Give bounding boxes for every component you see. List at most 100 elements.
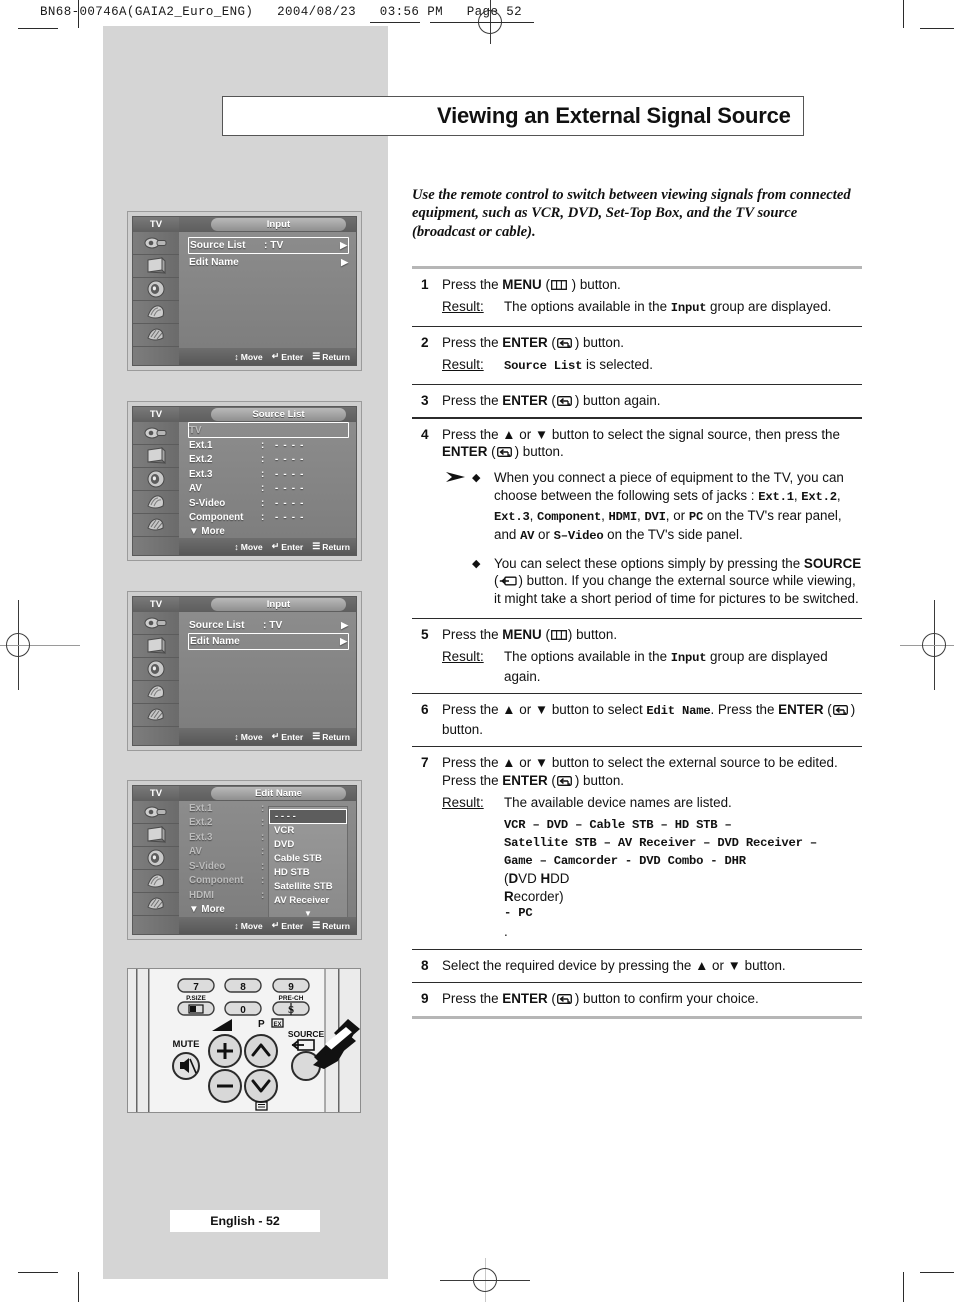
osd-footer-hints: ↕ Move ↵ Enter ☰ Return: [179, 538, 356, 555]
input-icon[interactable]: [133, 514, 179, 537]
plug-icon[interactable]: [133, 422, 179, 445]
osd-sidebar: [133, 801, 179, 934]
emphasis-text: MENU: [502, 626, 542, 642]
osd-footer-hints: ↕ Move ↵ Enter ☰ Return: [179, 348, 356, 365]
osd-menu-item[interactable]: Ext.2: - - - -: [189, 453, 348, 468]
osd-item-label: Ext.3: [189, 831, 213, 843]
svg-text:P.SIZE: P.SIZE: [186, 995, 206, 1002]
setup-icon[interactable]: [133, 681, 179, 704]
code-text: Source List: [504, 359, 583, 374]
input-icon[interactable]: [133, 893, 179, 916]
plug-icon[interactable]: [133, 801, 179, 824]
osd-menu-item[interactable]: Ext.3: - - - -: [189, 467, 348, 482]
osd-footer-hints: ↕ Move ↵ Enter ☰ Return: [179, 917, 356, 934]
menu-key-icon: ☰: [312, 731, 321, 741]
code-text: Edit Name: [646, 704, 711, 719]
step-text: , or: [665, 507, 689, 523]
setup-icon[interactable]: [133, 491, 179, 514]
step-number: 5: [421, 626, 429, 642]
enter-icon: [556, 338, 572, 348]
step-number: 1: [421, 277, 429, 292]
osd-hint-label: Enter: [281, 920, 304, 931]
step-text: ) button.: [514, 444, 564, 459]
osd-menu-item[interactable]: Edit Name ▶: [189, 254, 348, 270]
osd-item-value: - - - -: [275, 483, 305, 495]
osd-menu-item[interactable]: Ext.1: - - - -: [189, 438, 348, 453]
updown-arrow-icon: ↕: [234, 541, 239, 552]
osd-menu-item[interactable]: Component: - - - -: [189, 511, 348, 526]
result-label: Result:: [442, 794, 484, 810]
osd-tv-label: TV: [133, 597, 179, 612]
osd-item-value: : TV: [263, 619, 283, 631]
plug-icon[interactable]: [133, 232, 179, 255]
popup-item[interactable]: Satellite STB: [269, 880, 347, 894]
osd-hint-label: Move: [240, 920, 263, 931]
step-instruction: Press the ENTER () button again.: [442, 392, 862, 409]
picture-tube-icon[interactable]: [133, 445, 179, 468]
picture-tube-icon[interactable]: [133, 635, 179, 658]
step-row: 9 Press the ENTER () button to confirm yo…: [412, 983, 862, 1015]
step-text: The options available in the: [504, 649, 671, 665]
input-icon[interactable]: [133, 324, 179, 347]
enter-icon: [832, 705, 848, 716]
page-title: Viewing an External Signal Source: [437, 103, 791, 128]
osd-item-value: - - - -: [275, 512, 305, 524]
osd-menu-item[interactable]: AV: - - - -: [189, 482, 348, 497]
osd-menu-item[interactable]: Edit Name ▶: [188, 633, 349, 650]
chevron-right-icon: ▶: [341, 256, 348, 267]
popup-item[interactable]: AV Receiver: [269, 894, 347, 908]
osd-menu-item[interactable]: TV: [188, 422, 349, 438]
print-header-underline-time: [370, 22, 420, 23]
popup-item[interactable]: VCR: [269, 824, 347, 838]
print-header-page: Page 52: [466, 5, 523, 19]
step-row: 5 Press the MENU () button. Result: The opt…: [412, 619, 862, 693]
device-name-list: VCR – DVD – Cable STB – HD STB – Satellit…: [504, 817, 862, 940]
device-list-line: Recorder) - PC.: [504, 888, 862, 941]
result-text: The options available in the Input group…: [504, 298, 862, 317]
steps-bottom-rule: [412, 1015, 862, 1019]
step-text: ) button again.: [574, 393, 661, 408]
popup-item[interactable]: HD STB: [269, 866, 347, 880]
step-text: . Press the: [710, 702, 779, 718]
input-icon[interactable]: [133, 704, 179, 727]
step-row: 6 Press the ▲ or ▼ button to select Edit …: [412, 694, 862, 746]
osd-hint: ↵ Enter: [272, 920, 304, 931]
osd-more-indicator[interactable]: ▼ More: [189, 525, 348, 539]
svg-text:EX: EX: [273, 1022, 281, 1028]
speaker-icon[interactable]: [133, 278, 179, 301]
svg-text:P: P: [258, 1019, 265, 1030]
speaker-icon[interactable]: [133, 468, 179, 491]
code-text: Input: [670, 301, 707, 316]
setup-icon[interactable]: [133, 301, 179, 324]
osd-item-value: - - - -: [275, 439, 305, 451]
setup-icon[interactable]: [133, 870, 179, 893]
osd-hint-label: Return: [322, 920, 350, 931]
picture-tube-icon[interactable]: [133, 824, 179, 847]
osd-screen: TV Edit Name Ext.1: Ext.2: Ext.3: AV: S-Video:…: [132, 785, 357, 935]
popup-item[interactable]: Cable STB: [269, 852, 347, 866]
step-instruction: Select the required device by pressing t…: [442, 957, 862, 974]
picture-tube-icon[interactable]: [133, 255, 179, 278]
osd-screen: TV Input Source List: TV ▶ Edit Name ▶ ↕ Move ↵ E…: [132, 596, 357, 746]
device-list-line: VCR – DVD – Cable STB – HD STB –: [504, 817, 862, 835]
plug-icon[interactable]: [133, 612, 179, 635]
step-text: (: [547, 393, 556, 408]
menu-key-icon: ☰: [312, 920, 321, 930]
code-text: HDMI: [608, 509, 638, 524]
osd-hint: ☰ Return: [312, 920, 350, 931]
speaker-icon[interactable]: [133, 847, 179, 870]
step-text: Press the ▲ or ▼ button to select the si…: [442, 426, 840, 442]
osd-menu-item[interactable]: Source List: TV ▶: [189, 617, 348, 633]
osd-sidebar: [133, 232, 179, 365]
step-text: Press the: [442, 393, 503, 408]
osd-hint-label: Move: [240, 351, 263, 362]
osd-item-label: S-Video: [189, 497, 226, 509]
popup-item[interactable]: DVD: [269, 838, 347, 852]
speaker-icon[interactable]: [133, 658, 179, 681]
step-text: ) button to confirm your choice.: [574, 991, 759, 1007]
step-text: ) button.: [567, 277, 621, 292]
osd-menu-item[interactable]: Source List: TV ▶: [188, 237, 349, 254]
osd-item-value: : TV: [264, 240, 284, 251]
osd-menu-item[interactable]: S-Video: - - - -: [189, 496, 348, 511]
popup-item[interactable]: - - - -: [269, 809, 347, 824]
